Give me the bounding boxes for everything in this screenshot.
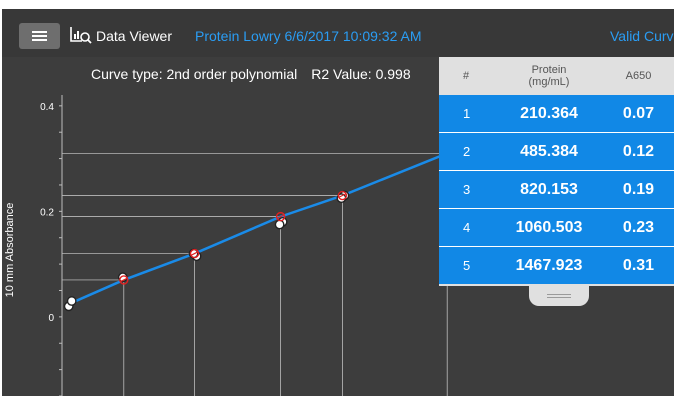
cell-a650: 0.12 [622,142,655,160]
column-header-number: # [463,70,470,82]
table-row[interactable]: 4 1060.503 0.23 [439,209,674,246]
data-point-marker [274,219,285,230]
data-point-marker [66,296,77,306]
cell-protein: 820.153 [520,180,578,198]
cell-a650: 0.19 [622,180,655,198]
table-header: # Protein (mg/mL) A650 [439,57,674,95]
cell-protein: 1060.503 [515,218,583,236]
column-header-protein: Protein (mg/mL) [495,57,603,95]
y-tick-label: 0.2 [40,207,54,218]
cell-number: 4 [463,220,471,235]
table-row[interactable]: 1 210.364 0.07 [439,95,674,132]
grip-icon-line [547,294,571,295]
cell-number: 1 [463,106,471,121]
column-header-protein-name: Protein [531,64,567,76]
table-row[interactable]: 2 485.384 0.12 [439,133,674,170]
cell-protein: 485.384 [520,142,578,160]
panel-drag-handle[interactable] [529,286,589,306]
y-tick-label: 0.4 [40,102,54,113]
table-row[interactable]: 5 1467.923 0.31 [439,247,674,284]
cell-a650: 0.31 [622,256,655,274]
cell-protein: 210.364 [520,104,578,122]
cell-number: 2 [463,144,471,159]
cell-a650: 0.23 [622,218,655,236]
y-tick-label: 0 [48,313,54,324]
cell-number: 5 [463,258,471,273]
table-row[interactable]: 3 820.153 0.19 [439,171,674,208]
standards-table: # Protein (mg/mL) A650 1 210.364 0.07 2 … [439,57,674,286]
y-axis-label: 10 mm Absorbance [4,203,16,298]
cell-number: 3 [463,182,471,197]
grip-icon-line [547,297,571,298]
cell-protein: 1467.923 [515,256,583,274]
y-axis: 0.4 0.2 0 [40,95,63,396]
column-header-protein-unit: (mg/mL) [528,76,570,88]
column-header-a650: A650 [625,70,652,82]
cell-a650: 0.07 [622,104,655,122]
